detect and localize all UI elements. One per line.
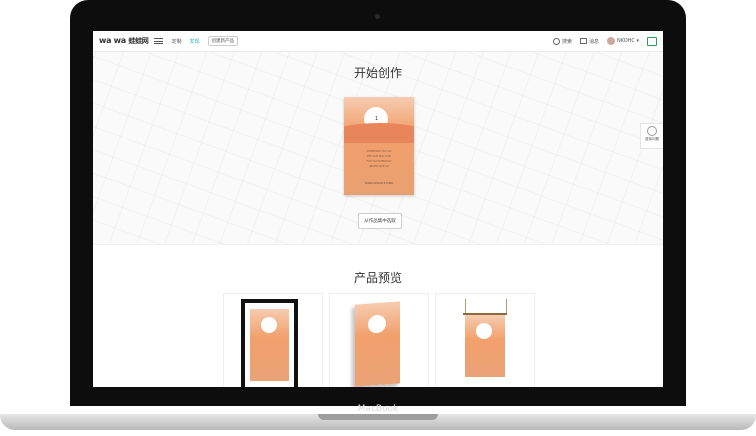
search-link[interactable]: 搜索 <box>552 37 572 45</box>
create-product-button[interactable]: 创建新产品 <box>207 36 239 46</box>
framed-print <box>241 299 298 387</box>
section-divider <box>93 244 663 245</box>
avatar <box>606 37 615 45</box>
hanger-string <box>465 299 507 313</box>
search-label: 搜索 <box>561 38 572 45</box>
select-from-portfolio-button[interactable]: 从作品集中选取 <box>358 213 402 229</box>
camera-icon <box>375 14 380 19</box>
poster-caption: WAWA DESIGN STUDIO <box>364 182 394 185</box>
user-icon <box>647 126 657 136</box>
nav-link-customize[interactable]: 定制 <box>171 38 181 45</box>
support-widget[interactable]: 虚拟问题 <box>640 123 663 149</box>
poster-text: WHEREVER YOU GO THE SUN WILL RISE FOR YO… <box>344 149 414 169</box>
framed-artwork <box>250 309 289 381</box>
logo-latin: wa wa <box>99 36 126 45</box>
nav-right: 搜索 消息 NKOHC ▾ <box>545 36 657 46</box>
top-nav: wa wa 蛙蛙网 定制 发现 创建新产品 搜索 消息 NKOHC ▾ <box>93 31 663 52</box>
logo-cn: 蛙蛙网 <box>128 37 149 45</box>
username: NKOHC ▾ <box>616 38 639 44</box>
hill-shape <box>344 123 414 143</box>
artwork-poster[interactable]: 1 WHEREVER YOU GO THE SUN WILL RISE FOR … <box>344 97 414 195</box>
preview-title: 产品预览 <box>353 271 402 285</box>
message-icon <box>579 38 587 44</box>
messages-label: 消息 <box>588 38 599 45</box>
laptop-notch <box>318 414 438 420</box>
menu-icon[interactable] <box>154 38 164 44</box>
hanging-poster <box>465 315 505 377</box>
book-mockup <box>355 301 400 387</box>
messages-link[interactable]: 消息 <box>579 38 599 45</box>
cart-icon <box>647 36 657 46</box>
nav-link-discover[interactable]: 发现 <box>190 38 200 45</box>
cart-button[interactable] <box>647 36 657 46</box>
poster-number: 1 <box>375 116 379 122</box>
browser-screen: wa wa 蛙蛙网 定制 发现 创建新产品 搜索 消息 NKOHC ▾ 开始创作… <box>93 31 663 387</box>
hero-title: 开始创作 <box>353 66 402 80</box>
site-logo[interactable]: wa wa 蛙蛙网 <box>99 36 149 46</box>
support-label: 虚拟问题 <box>645 137 659 141</box>
device-brand-label: MacBook <box>357 404 399 414</box>
search-icon <box>552 37 560 45</box>
poster-line: NEVER GIVE UP <box>369 165 389 168</box>
user-menu[interactable]: NKOHC ▾ <box>606 37 639 45</box>
